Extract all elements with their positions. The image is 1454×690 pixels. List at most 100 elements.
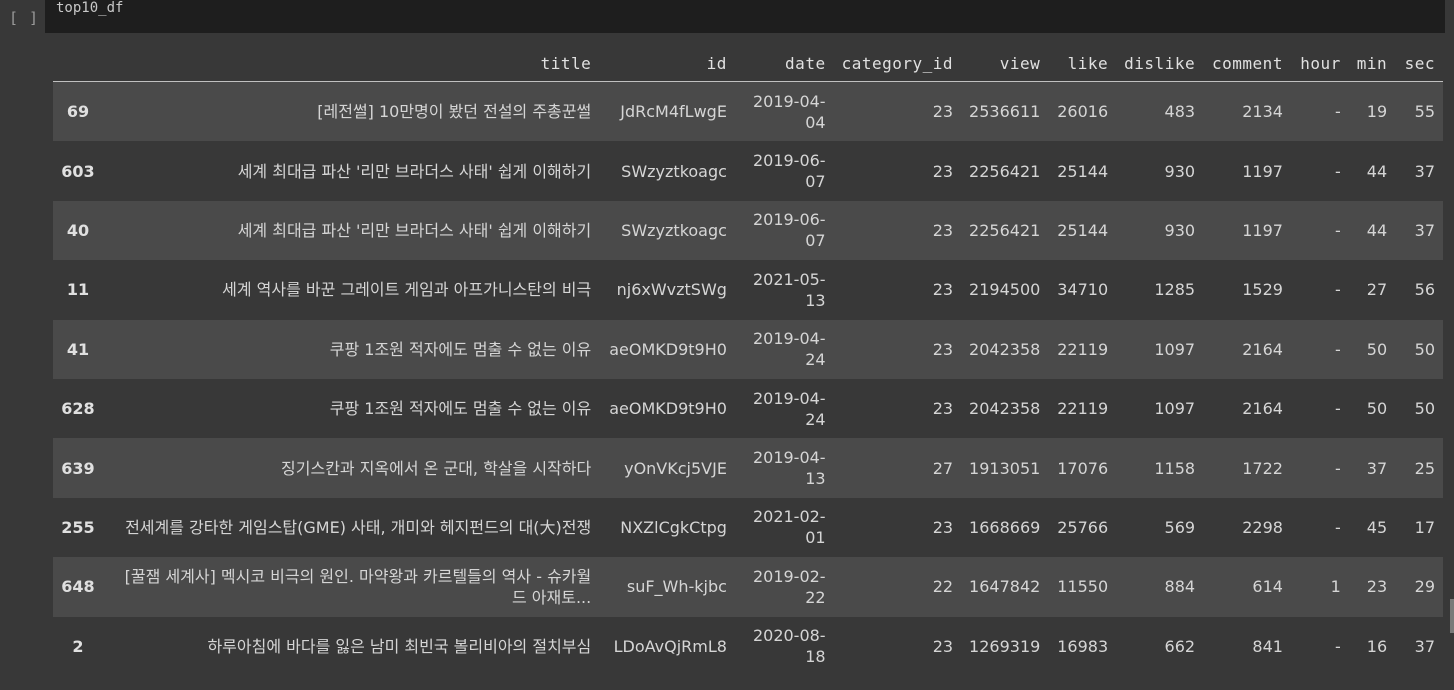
header-hour: hour [1290, 46, 1349, 82]
header-sec: sec [1395, 46, 1443, 82]
cell-category-id: 23 [932, 102, 954, 122]
cell-comment: 1722 [1242, 458, 1283, 478]
cell-sec: 55 [1414, 102, 1435, 122]
table-row: 628 쿠팡 1조원 적자에도 멈출 수 없는 이유 aeOMKD9t9H0 2019… [53, 378, 1443, 439]
cell-sec: 29 [1414, 577, 1435, 597]
cell-sec: 17 [1414, 517, 1435, 537]
cell-comment: 1529 [1242, 280, 1283, 300]
cell-category-id: 23 [932, 517, 954, 537]
cell-title: 하루아침에 바다를 잃은 남미 최빈국 볼리비아의 절치부심 [207, 636, 592, 656]
cell-min: 50 [1366, 399, 1388, 419]
code-editor[interactable]: top10_df [45, 0, 1445, 33]
row-index: 603 [61, 161, 95, 181]
cell-like: 11550 [1057, 577, 1109, 597]
cell-comment: 1197 [1242, 161, 1283, 181]
table-row: 255 전세계를 강타한 게임스탑(GME) 사태, 개미와 헤지펀드의 대(大)… [53, 497, 1443, 558]
table-row: 648 [꿀잼 세계사] 멕시코 비극의 원인. 마약왕과 카르텔들의 역사 - … [53, 557, 1443, 617]
cell-comment: 841 [1252, 636, 1283, 656]
cell-view: 2042358 [969, 399, 1041, 419]
header-dislike: dislike [1116, 46, 1204, 82]
cell-hour: 1 [1330, 577, 1341, 597]
cell-date: 2019-04-24 [752, 388, 826, 429]
cell-view: 1269319 [969, 636, 1041, 656]
row-index: 41 [66, 339, 90, 359]
table-row: 603 세계 최대급 파산 '리만 브라더스 사태' 쉽게 이해하기 SWzyztk… [53, 141, 1443, 201]
cell-date: 2019-04-04 [752, 91, 826, 132]
cell-sec: 56 [1414, 280, 1435, 300]
cell-like: 26016 [1057, 102, 1109, 122]
cell-title: 전세계를 강타한 게임스탑(GME) 사태, 개미와 헤지펀드의 대(大)전쟁 [125, 517, 592, 537]
cell-dislike: 930 [1164, 161, 1196, 181]
cell-title: 쿠팡 1조원 적자에도 멈출 수 없는 이유 [329, 399, 592, 419]
cell-dislike: 930 [1164, 220, 1196, 240]
cell-min: 44 [1366, 161, 1388, 181]
cell-comment: 2164 [1242, 399, 1283, 419]
cell-category-id: 23 [932, 280, 954, 300]
cell-view: 2536611 [969, 102, 1041, 122]
cell-view: 1668669 [969, 517, 1041, 537]
table-row: 639 징기스칸과 지옥에서 온 군대, 학살을 시작하다 yOnVKcj5VJE 2… [53, 438, 1443, 498]
cell-dislike: 1285 [1154, 280, 1196, 300]
cell-dislike: 884 [1164, 577, 1196, 597]
cell-date: 2019-04-24 [752, 329, 826, 370]
cell-view: 1913051 [969, 458, 1041, 478]
table-row: 2 하루아침에 바다를 잃은 남미 최빈국 볼리비아의 절치부심 LDoAvQjRm… [53, 616, 1443, 676]
cell-min: 37 [1366, 458, 1388, 478]
cell-date: 2021-02-01 [752, 507, 826, 548]
cell-sec: 50 [1414, 339, 1435, 359]
cell-dislike: 1158 [1154, 458, 1196, 478]
header-title: title [102, 46, 600, 82]
cell-hour: - [1334, 280, 1341, 300]
cell-like: 34710 [1057, 280, 1109, 300]
table-row: 40 세계 최대급 파산 '리만 브라더스 사태' 쉽게 이해하기 SWzyztko… [53, 200, 1443, 261]
cell-sec: 50 [1414, 399, 1435, 419]
scrollbar-thumb[interactable] [1450, 599, 1454, 633]
cell-category-id: 23 [932, 399, 954, 419]
cell-category-id: 22 [932, 577, 954, 597]
table-row: 69 [레전썰] 10만명이 봤던 전설의 주총꾼썰 JdRcM4fLwgE 2019… [53, 81, 1443, 142]
cell-id: LDoAvQjRmL8 [613, 636, 727, 656]
cell-id: SWzyztkoagc [621, 161, 727, 181]
run-cell-button[interactable]: [ ] [9, 9, 39, 27]
cell-view: 2194500 [969, 280, 1041, 300]
header-like: like [1048, 46, 1117, 82]
cell-output: title id date category_id view like dislike com… [0, 33, 1454, 690]
cell-dislike: 1097 [1154, 339, 1196, 359]
cell-title: 세계 역사를 바꾼 그레이트 게임과 아프가니스탄의 비극 [222, 280, 592, 300]
cell-title: 쿠팡 1조원 적자에도 멈출 수 없는 이유 [329, 339, 592, 359]
cell-like: 25144 [1057, 161, 1109, 181]
cell-hour: - [1334, 102, 1341, 122]
cell-sec: 37 [1414, 636, 1435, 656]
cell-view: 1647842 [969, 577, 1041, 597]
dataframe-table: title id date category_id view like dislike com… [53, 46, 1443, 676]
cell-comment: 614 [1252, 577, 1283, 597]
cell-view: 2256421 [969, 161, 1041, 181]
header-index [53, 46, 103, 82]
cell-title: 세계 최대급 파산 '리만 브라더스 사태' 쉽게 이해하기 [237, 161, 592, 181]
cell-date: 2019-04-13 [752, 448, 826, 489]
header-min: min [1348, 46, 1396, 82]
cell-hour: - [1334, 161, 1341, 181]
cell-title: 세계 최대급 파산 '리만 브라더스 사태' 쉽게 이해하기 [237, 220, 592, 240]
cell-like: 17076 [1057, 458, 1109, 478]
table-row: 11 세계 역사를 바꾼 그레이트 게임과 아프가니스탄의 비극 nj6xWvztS… [53, 260, 1443, 320]
cell-date: 2019-06-07 [752, 210, 826, 251]
row-index: 628 [61, 399, 95, 419]
cell-min: 50 [1366, 339, 1388, 359]
cell-hour: - [1334, 517, 1341, 537]
cell-sec: 37 [1414, 220, 1435, 240]
cell-hour: - [1334, 399, 1341, 419]
row-index: 639 [61, 458, 95, 478]
cell-like: 25144 [1057, 220, 1109, 240]
row-index: 40 [66, 220, 90, 240]
cell-id: nj6xWvztSWg [616, 280, 727, 300]
dataframe-output: title id date category_id view like dislike com… [53, 46, 1443, 676]
cell-id: aeOMKD9t9H0 [609, 339, 727, 359]
table-body: 69 [레전썰] 10만명이 봤던 전설의 주총꾼썰 JdRcM4fLwgE 2019… [53, 81, 1443, 676]
cell-id: suF_Wh-kjbc [626, 577, 727, 597]
header-view: view [961, 46, 1049, 82]
code-text[interactable]: top10_df [56, 0, 123, 16]
cell-category-id: 23 [932, 636, 954, 656]
cell-comment: 2298 [1242, 517, 1283, 537]
cell-id: JdRcM4fLwgE [620, 102, 727, 122]
